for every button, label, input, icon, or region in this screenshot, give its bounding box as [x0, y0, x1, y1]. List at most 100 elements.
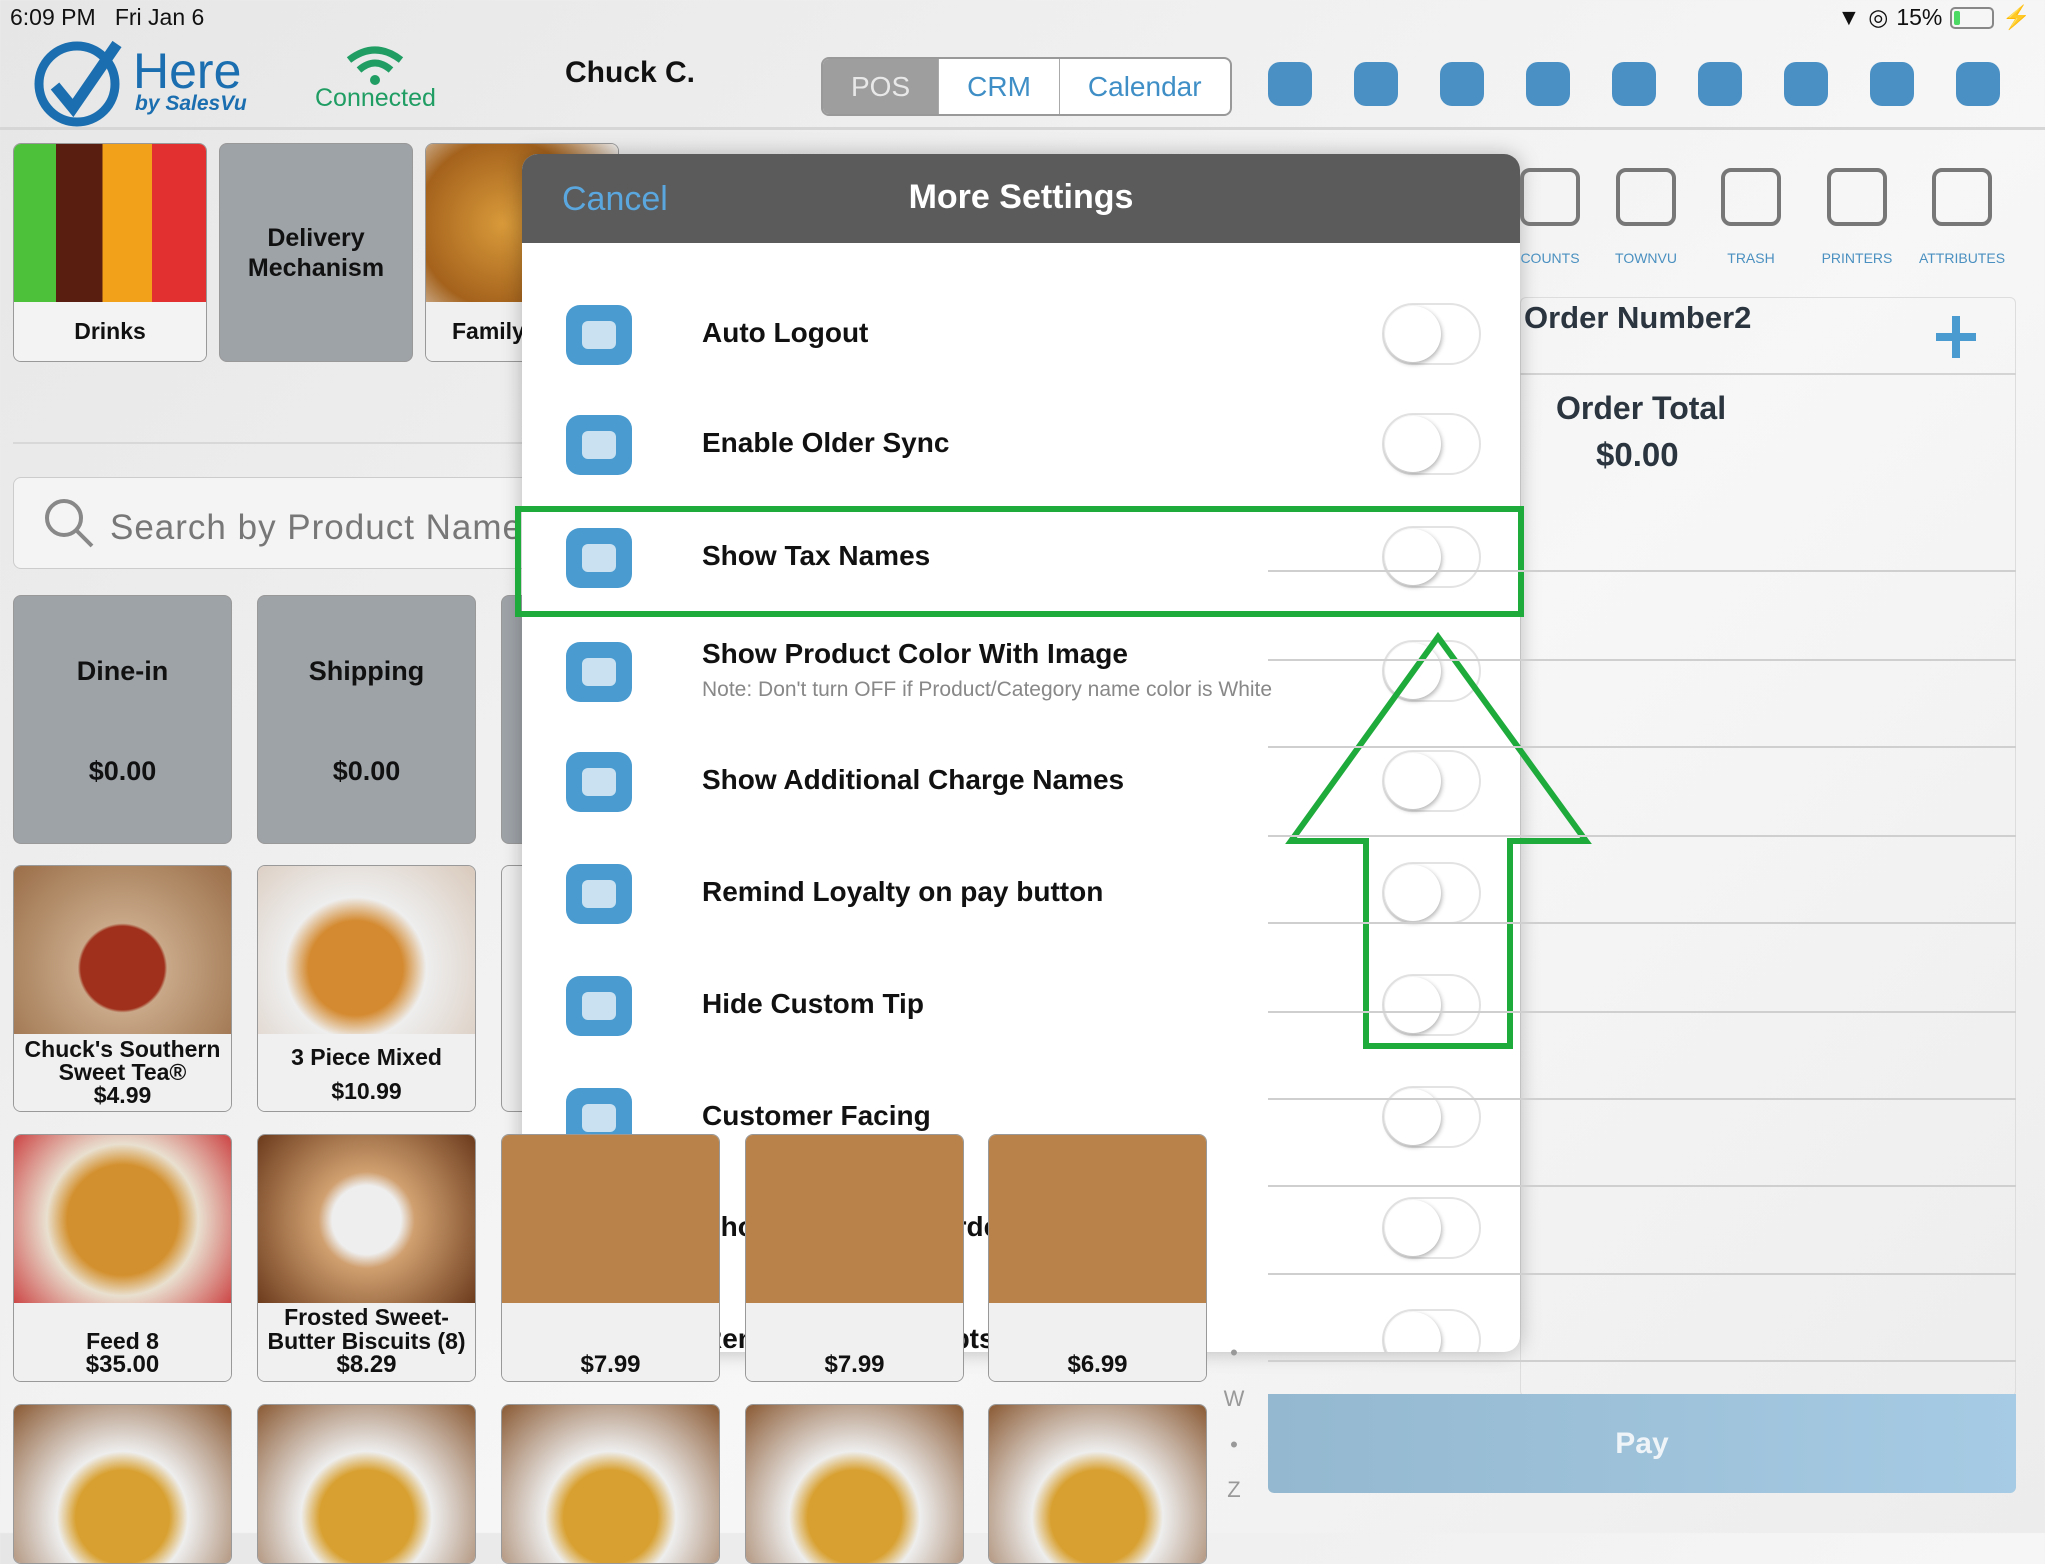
product-image — [502, 1405, 719, 1563]
setting-label: Hide Custom Tip — [702, 988, 924, 1019]
order-type-price: $0.00 — [332, 756, 401, 786]
charging-icon: ⚡ — [2002, 4, 2031, 30]
order-type-price: $0.00 — [88, 756, 157, 786]
setting-toggle[interactable] — [1382, 1197, 1481, 1259]
battery-percent: 15% — [1896, 4, 1943, 30]
user-name: Chuck C. — [565, 56, 696, 89]
setting-toggle[interactable] — [1382, 413, 1481, 475]
order-type-shipping[interactable]: Shipping $0.00 — [257, 595, 476, 844]
product-tile[interactable]: $7.99 — [745, 1134, 964, 1382]
toolbar-attributes[interactable]: ATTRIBUTES — [1907, 156, 2017, 266]
toolbar-label: COUNTS — [1520, 250, 1580, 266]
toggle-knob — [1385, 865, 1441, 921]
setting-row: Enable Older Sync — [522, 387, 1520, 499]
setting-label: Enable Older Sync — [702, 427, 950, 458]
order-line-divider — [1268, 1098, 2016, 1100]
product-label: Feed 8 $35.00 — [14, 1303, 231, 1381]
counts-icon — [1495, 156, 1605, 236]
setting-note: Note: Don't turn OFF if Product/Category… — [702, 678, 1273, 701]
toolbar-townvu[interactable]: TOWNVU — [1591, 156, 1701, 266]
product-name: 3 Piece Mixed — [291, 1044, 442, 1070]
category-label: Drinks — [14, 302, 206, 361]
alphabet-index-item[interactable]: • — [1222, 1340, 1246, 1366]
palette-icon — [560, 636, 640, 708]
setting-toggle[interactable] — [1382, 303, 1481, 365]
toggle-knob — [1385, 1200, 1441, 1256]
product-tile[interactable] — [257, 1404, 476, 1564]
product-tile[interactable]: Chuck's Southern Sweet Tea® $4.99 — [13, 865, 232, 1112]
timesheet-icon[interactable] — [1262, 54, 1318, 114]
tab-pos[interactable]: POS — [823, 59, 939, 114]
product-tile[interactable]: $6.99 — [988, 1134, 1207, 1382]
setting-label: Auto Logout — [702, 317, 869, 348]
setting-toggle[interactable] — [1382, 974, 1481, 1036]
status-bar: 6:09 PM Fri Jan 6 ▼ ◎ 15% ⚡ — [0, 0, 2045, 34]
product-image — [258, 866, 475, 1036]
toolbar-trash[interactable]: TRASH — [1696, 156, 1806, 266]
toolbar-counts[interactable]: COUNTS — [1495, 156, 1605, 266]
logout-icon[interactable] — [1950, 54, 2006, 114]
setting-toggle[interactable] — [1382, 640, 1481, 702]
product-name: Feed 8 — [86, 1328, 159, 1354]
setting-row: Show Additional Charge Names — [522, 724, 1520, 836]
setting-toggle[interactable] — [1382, 1309, 1481, 1352]
toolbar-printers[interactable]: PRINTERS — [1802, 156, 1912, 266]
header-icons — [1262, 54, 2006, 114]
setting-toggle[interactable] — [1382, 526, 1481, 588]
setting-toggle[interactable] — [1382, 750, 1481, 812]
product-tile[interactable] — [501, 1404, 720, 1564]
toggle-knob — [1385, 529, 1441, 585]
order-line-divider — [1268, 922, 2016, 924]
category-drinks[interactable]: Drinks — [13, 143, 207, 362]
transfer-icon[interactable] — [1520, 54, 1576, 114]
add-order-button[interactable] — [1934, 314, 1978, 360]
product-image — [989, 1405, 1206, 1563]
status-right: ▼ ◎ 15% ⚡ — [1837, 4, 2031, 31]
product-image — [989, 1135, 1206, 1305]
order-type-label: Shipping — [308, 656, 425, 686]
product-image — [14, 1135, 231, 1305]
product-tile[interactable] — [13, 1404, 232, 1564]
divider — [13, 442, 573, 444]
category-image — [14, 144, 206, 304]
toggle-knob — [1385, 306, 1441, 362]
alphabet-index-item[interactable]: Z — [1222, 1477, 1246, 1503]
product-price: $10.99 — [331, 1078, 402, 1104]
toggle-knob — [1385, 416, 1441, 472]
search-input[interactable]: Search by Product Name — [13, 477, 573, 569]
setting-toggle[interactable] — [1382, 1086, 1481, 1148]
product-price: $6.99 — [1067, 1351, 1128, 1378]
alphabet-index-item[interactable]: W — [1222, 1386, 1246, 1412]
product-tile[interactable]: Feed 8 $35.00 — [13, 1134, 232, 1382]
alarm-icon[interactable] — [1606, 54, 1662, 114]
order-total-value: $0.00 — [1596, 436, 1679, 473]
product-tile[interactable]: $7.99 — [501, 1134, 720, 1382]
alphabet-index-item[interactable]: • — [1222, 1432, 1246, 1458]
modal-header: Cancel More Settings — [522, 154, 1520, 243]
product-name: Frosted Sweet-Butter Biscuits (8) — [267, 1304, 466, 1354]
chat-icon[interactable] — [1348, 54, 1404, 114]
pay-button[interactable]: Pay — [1268, 1394, 2016, 1493]
cash-drawer-icon[interactable] — [1434, 54, 1490, 114]
order-type-dine-in[interactable]: Dine-in $0.00 — [13, 595, 232, 844]
product-label: $7.99 — [502, 1303, 719, 1381]
toggle-knob — [1385, 1312, 1441, 1352]
order-line-divider — [1268, 659, 2016, 661]
wallet-icon[interactable] — [1692, 54, 1748, 114]
product-tile[interactable]: 3 Piece Mixed $10.99 — [257, 865, 476, 1112]
product-image — [502, 1135, 719, 1305]
tab-crm[interactable]: CRM — [938, 59, 1059, 114]
tab-calendar[interactable]: Calendar — [1058, 59, 1230, 114]
piggy-bank-icon[interactable] — [1778, 54, 1834, 114]
toolbar-label: ATTRIBUTES — [1918, 250, 2006, 266]
category-delivery-mechanism[interactable]: Delivery Mechanism — [219, 143, 413, 362]
order-line-divider — [1268, 1360, 2016, 1362]
app-header: Here by SalesVu Connected Chuck C. POS C… — [0, 34, 2045, 130]
product-tile[interactable]: Frosted Sweet-Butter Biscuits (8) $8.29 — [257, 1134, 476, 1382]
product-tile[interactable] — [745, 1404, 964, 1564]
product-image — [258, 1135, 475, 1305]
product-tile[interactable] — [988, 1404, 1207, 1564]
settings-gear-icon[interactable] — [1864, 54, 1920, 114]
setting-toggle[interactable] — [1382, 862, 1481, 924]
toolbar-label: PRINTERS — [1821, 250, 1893, 266]
